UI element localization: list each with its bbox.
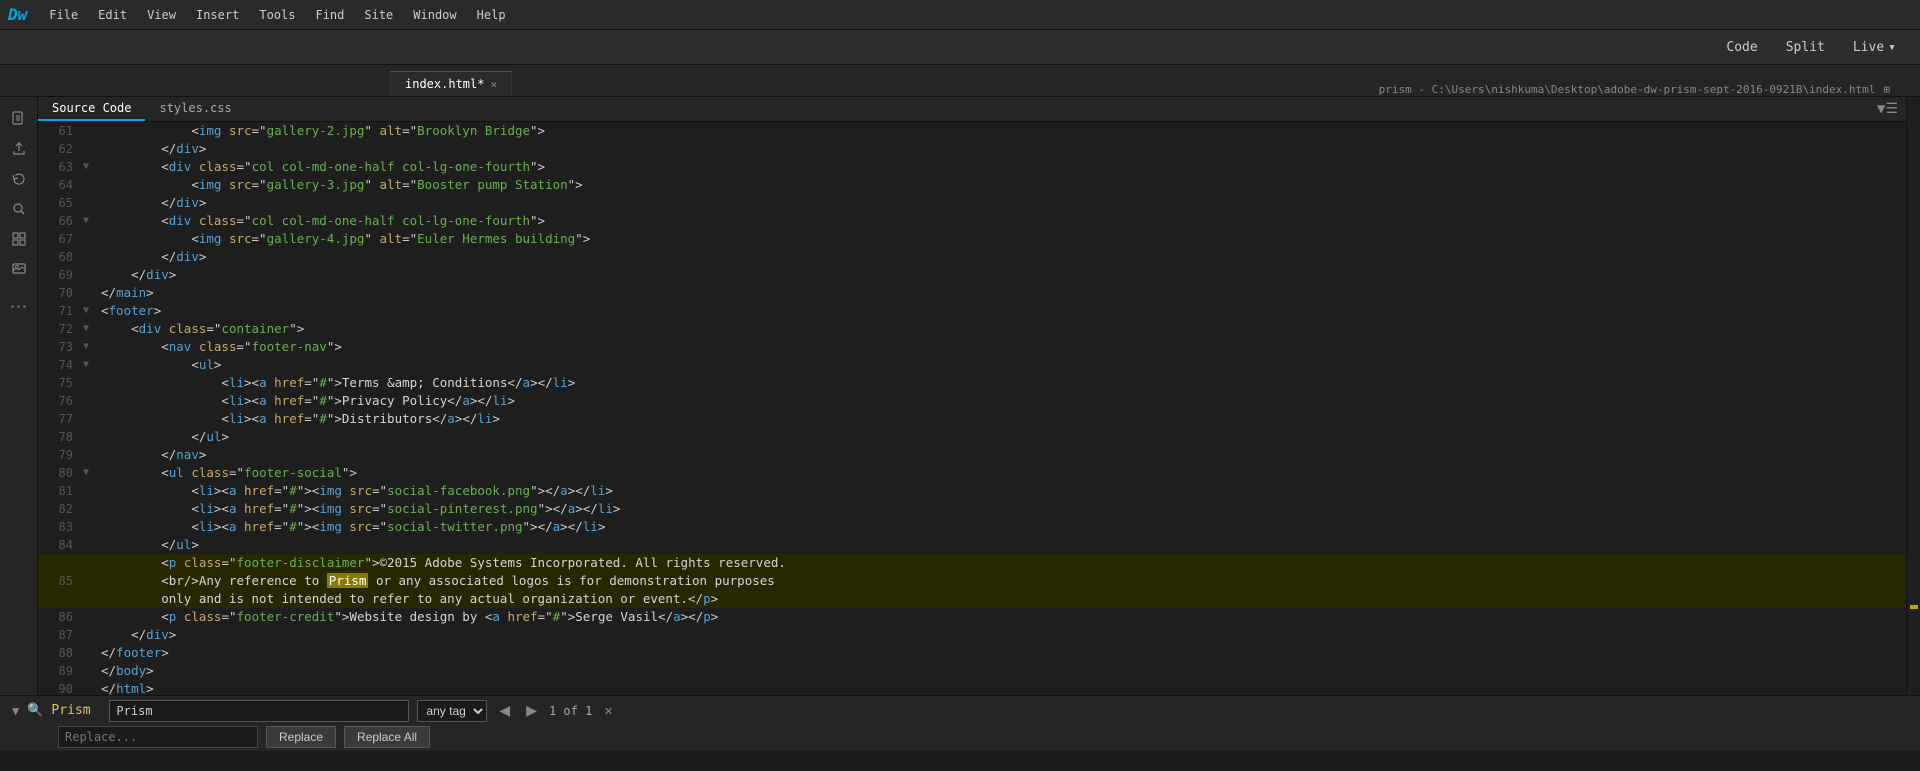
source-tabs-row: Source Code styles.css ▼☰ <box>38 97 1906 122</box>
table-row: 64 <img src="gallery-3.jpg" alt="Booster… <box>38 176 1906 194</box>
refresh-icon[interactable] <box>4 165 34 193</box>
menu-window[interactable]: Window <box>403 4 466 26</box>
table-row: 88 </footer> <box>38 644 1906 662</box>
live-view-btn[interactable]: Live ▾ <box>1845 37 1904 58</box>
table-row: 61 <img src="gallery-2.jpg" alt="Brookly… <box>38 122 1906 140</box>
menu-tools[interactable]: Tools <box>249 4 305 26</box>
menu-edit[interactable]: Edit <box>88 4 137 26</box>
next-match-btn[interactable]: ▶ <box>522 700 541 721</box>
more-icon[interactable]: ••• <box>4 293 34 321</box>
table-row: 76 <li><a href="#">Privacy Policy</a></l… <box>38 392 1906 410</box>
find-input[interactable] <box>109 700 409 722</box>
match-count: 1 of 1 <box>549 704 592 718</box>
menu-file[interactable]: File <box>39 4 88 26</box>
code-panel: Source Code styles.css ▼☰ 61 <img src="g… <box>38 97 1906 695</box>
menu-bar: File Edit View Insert Tools Find Site Wi… <box>39 4 515 26</box>
find-mode-icon[interactable]: 🔍 <box>27 703 43 718</box>
table-row: 90 </html> <box>38 680 1906 695</box>
table-row: 87 </div> <box>38 626 1906 644</box>
table-row: 83 <li><a href="#"><img src="social-twit… <box>38 518 1906 536</box>
table-row: 77 <li><a href="#">Distributors</a></li> <box>38 410 1906 428</box>
scroll-marker <box>1910 605 1918 609</box>
table-row: 78 </ul> <box>38 428 1906 446</box>
table-row: 80 ▼ <ul class="footer-social"> <box>38 464 1906 482</box>
replace-row: Replace Replace All <box>12 726 1908 748</box>
chevron-down-icon: ▾ <box>1888 40 1896 55</box>
inspect-icon[interactable] <box>4 195 34 223</box>
tab-close-btn[interactable]: × <box>490 78 497 91</box>
tab-filename: index.html* <box>405 77 484 91</box>
tab-path: prism - C:\Users\nishkuma\Desktop\adobe-… <box>512 83 1920 96</box>
view-toolbar: Code Split Live ▾ <box>0 30 1920 65</box>
table-row: 72 ▼ <div class="container"> <box>38 320 1906 338</box>
filter-icon[interactable]: ▼☰ <box>1877 101 1898 117</box>
tab-bar: index.html* × prism - C:\Users\nishkuma\… <box>0 65 1920 97</box>
code-view-btn[interactable]: Code <box>1718 37 1765 58</box>
code-table: 61 <img src="gallery-2.jpg" alt="Brookly… <box>38 122 1906 695</box>
table-row: 65 </div> <box>38 194 1906 212</box>
right-gutter <box>1906 97 1920 695</box>
table-row: 68 </div> <box>38 248 1906 266</box>
tag-select[interactable]: any tag <box>417 700 487 722</box>
title-bar: Dw File Edit View Insert Tools Find Site… <box>0 0 1920 30</box>
files-icon[interactable] <box>4 105 34 133</box>
table-row: 66 ▼ <div class="col col-md-one-half col… <box>38 212 1906 230</box>
table-row: 74 ▼ <ul> <box>38 356 1906 374</box>
menu-site[interactable]: Site <box>354 4 403 26</box>
find-bar: ▼ 🔍 Prism any tag ◀ ▶ 1 of 1 ✕ Replace R… <box>0 695 1920 751</box>
expand-arrow[interactable]: ▼ <box>12 704 19 718</box>
find-label: Prism <box>51 703 101 718</box>
table-row: 75 <li><a href="#">Terms &amp; Condition… <box>38 374 1906 392</box>
table-row: 86 <p class="footer-credit">Website desi… <box>38 608 1906 626</box>
code-content[interactable]: 61 <img src="gallery-2.jpg" alt="Brookly… <box>38 122 1906 695</box>
menu-find[interactable]: Find <box>305 4 354 26</box>
split-view-btn[interactable]: Split <box>1778 37 1833 58</box>
replace-all-btn[interactable]: Replace All <box>344 726 430 748</box>
tab-source-code[interactable]: Source Code <box>38 97 145 121</box>
sidebar-icons: ••• <box>0 97 38 695</box>
replace-btn[interactable]: Replace <box>266 726 336 748</box>
app-logo: Dw <box>8 5 27 24</box>
table-row: 82 <li><a href="#"><img src="social-pint… <box>38 500 1906 518</box>
table-row: 84 </ul> <box>38 536 1906 554</box>
menu-view[interactable]: View <box>137 4 186 26</box>
table-row: 69 </div> <box>38 266 1906 284</box>
table-row: 71 ▼ <footer> <box>38 302 1906 320</box>
replace-input[interactable] <box>58 726 258 748</box>
find-close-btn[interactable]: ✕ <box>604 703 612 719</box>
menu-help[interactable]: Help <box>467 4 516 26</box>
tab-pin-icon[interactable]: ⊞ <box>1883 83 1890 96</box>
table-row: 70 </main> <box>38 284 1906 302</box>
table-row: 73 ▼ <nav class="footer-nav"> <box>38 338 1906 356</box>
menu-insert[interactable]: Insert <box>186 4 249 26</box>
table-row: 85 <p class="footer-disclaimer">©2015 Ad… <box>38 554 1906 608</box>
upload-icon[interactable] <box>4 135 34 163</box>
element-icon[interactable] <box>4 225 34 253</box>
table-row: 81 <li><a href="#"><img src="social-face… <box>38 482 1906 500</box>
table-row: 63 ▼ <div class="col col-md-one-half col… <box>38 158 1906 176</box>
table-row: 62 </div> <box>38 140 1906 158</box>
tab-styles-css[interactable]: styles.css <box>145 97 245 121</box>
table-row: 89 </body> <box>38 662 1906 680</box>
main-layout: ••• Source Code styles.css ▼☰ 61 <img sr… <box>0 97 1920 695</box>
prev-match-btn[interactable]: ◀ <box>495 700 514 721</box>
table-row: 79 </nav> <box>38 446 1906 464</box>
tab-index-html[interactable]: index.html* × <box>390 71 512 96</box>
find-row: ▼ 🔍 Prism any tag ◀ ▶ 1 of 1 ✕ <box>12 700 1908 722</box>
table-row: 67 <img src="gallery-4.jpg" alt="Euler H… <box>38 230 1906 248</box>
asset-icon[interactable] <box>4 255 34 283</box>
